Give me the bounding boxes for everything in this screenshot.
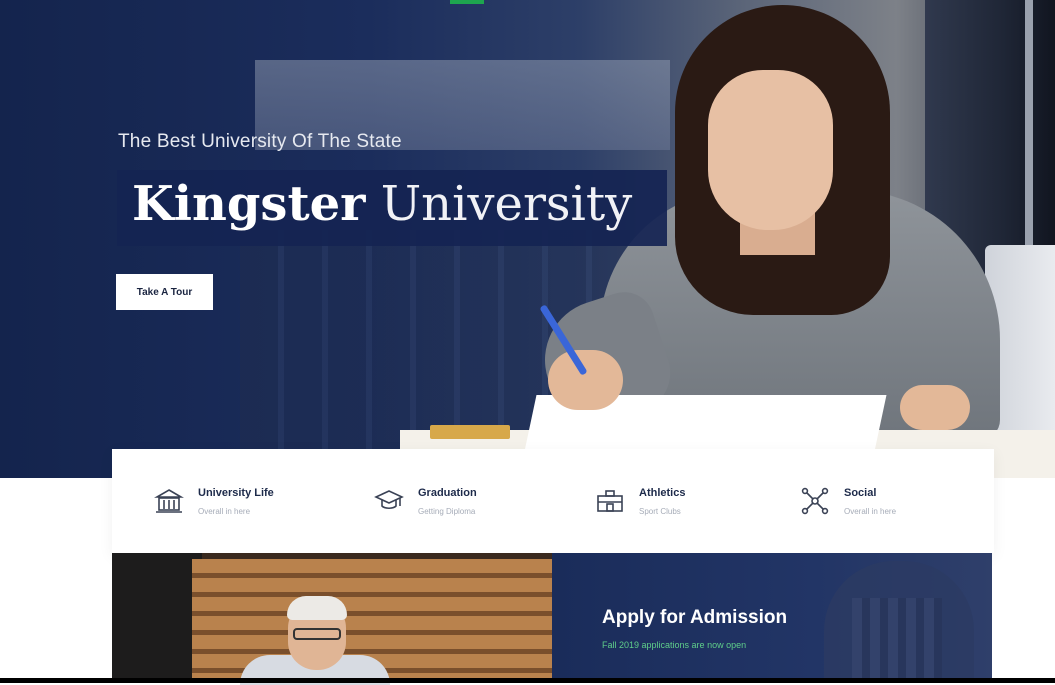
- social-network-icon: [800, 486, 830, 516]
- stadium-icon: [595, 486, 625, 516]
- hero-book: [430, 425, 510, 439]
- admission-panel[interactable]: Apply for Admission Fall 2019 applicatio…: [552, 553, 992, 678]
- university-building-icon: [154, 486, 184, 516]
- feature-title: Athletics: [639, 486, 686, 499]
- feature-social[interactable]: Social Overall in here: [800, 449, 896, 553]
- take-a-tour-button[interactable]: Take A Tour: [116, 274, 213, 310]
- hero-window-frame: [1025, 0, 1033, 260]
- top-indicator: [450, 0, 484, 4]
- hero-title: Kingster University: [132, 176, 632, 232]
- hero-title-light: University: [380, 176, 633, 232]
- hero-title-bold: Kingster: [132, 176, 366, 232]
- feature-subtitle: Getting Diploma: [418, 506, 476, 516]
- feature-title: University Life: [198, 486, 274, 499]
- hero-tagline: The Best University Of The State: [118, 131, 402, 152]
- feature-subtitle: Sport Clubs: [639, 506, 681, 516]
- feature-university-life[interactable]: University Life Overall in here: [154, 449, 274, 553]
- feature-subtitle: Overall in here: [198, 506, 251, 516]
- admission-title: Apply for Admission: [602, 607, 788, 628]
- feature-subtitle: Overall in here: [844, 506, 897, 516]
- graduation-cap-icon: [374, 486, 404, 516]
- bottom-edge: [0, 678, 1055, 683]
- admission-subtitle: Fall 2019 applications are now open: [602, 640, 747, 650]
- feature-athletics[interactable]: Athletics Sport Clubs: [595, 449, 685, 553]
- feature-title: Social: [844, 486, 877, 499]
- feature-graduation[interactable]: Graduation Getting Diploma: [374, 449, 477, 553]
- feature-title: Graduation: [418, 486, 477, 499]
- feature-strip: University Life Overall in here Graduati…: [112, 449, 994, 553]
